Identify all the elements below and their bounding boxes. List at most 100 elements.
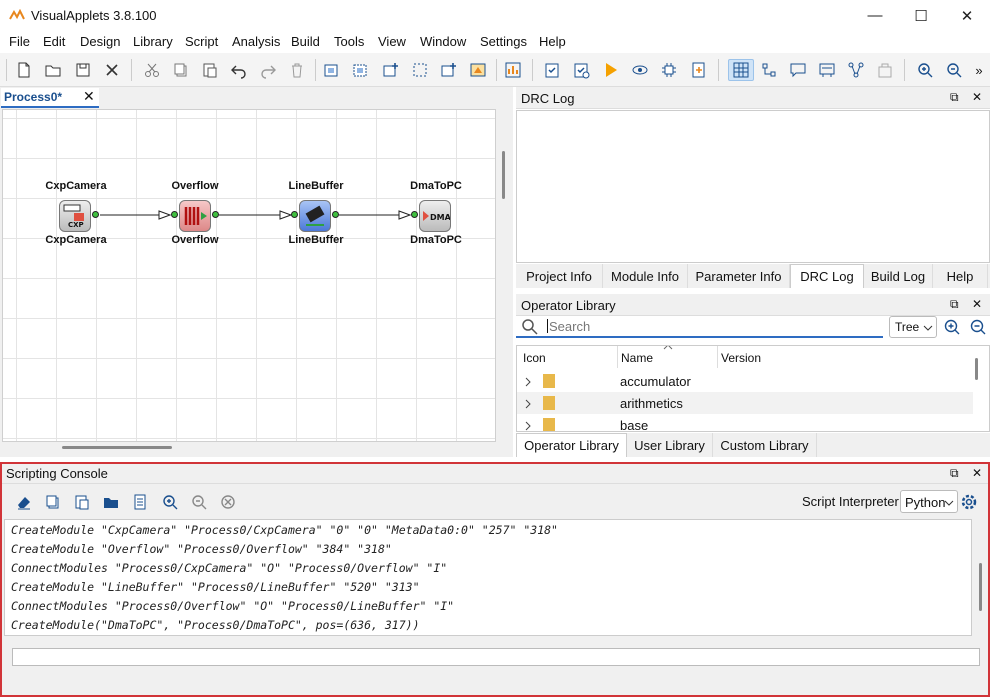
- zoom-reset-icon[interactable]: [217, 491, 239, 513]
- close-panel-icon[interactable]: ✕: [972, 90, 982, 104]
- tab-custom-library[interactable]: Custom Library: [713, 433, 817, 457]
- input-port[interactable]: [291, 211, 298, 218]
- chevron-right-icon[interactable]: [524, 421, 532, 431]
- hardware-target-icon[interactable]: [658, 59, 680, 81]
- open-folder-icon[interactable]: [42, 59, 64, 81]
- menu-library[interactable]: Library: [133, 34, 173, 49]
- menu-script[interactable]: Script: [185, 34, 218, 49]
- bus-icon[interactable]: [816, 59, 838, 81]
- scrollbar-thumb[interactable]: [502, 151, 505, 199]
- canvas-horizontal-scrollbar[interactable]: [2, 442, 496, 455]
- restore-panel-icon[interactable]: ⧉: [950, 466, 959, 481]
- chevron-right-icon[interactable]: [524, 399, 532, 409]
- restore-panel-icon[interactable]: ⧉: [950, 297, 959, 312]
- drc-check-icon[interactable]: [541, 59, 563, 81]
- disabled-tool-icon[interactable]: [874, 59, 896, 81]
- dma-icon[interactable]: DMA: [419, 200, 452, 232]
- script-file-icon[interactable]: [129, 491, 151, 513]
- open-script-icon[interactable]: [100, 491, 122, 513]
- zoom-in-icon[interactable]: [943, 318, 961, 336]
- zoom-out-icon[interactable]: [188, 491, 210, 513]
- tab-project-info[interactable]: Project Info: [516, 264, 603, 288]
- save-icon[interactable]: [72, 59, 94, 81]
- menu-view[interactable]: View: [378, 34, 406, 49]
- canvas-vertical-scrollbar[interactable]: [498, 109, 511, 442]
- linebuffer-icon[interactable]: [299, 200, 331, 232]
- build-icon[interactable]: [688, 59, 710, 81]
- tab-build-log[interactable]: Build Log: [864, 264, 933, 288]
- maximize-button[interactable]: ☐: [898, 0, 944, 31]
- minimize-button[interactable]: —: [852, 0, 898, 31]
- tab-process0[interactable]: Process0* ✕: [1, 88, 99, 108]
- output-port[interactable]: [212, 211, 219, 218]
- interpreter-select[interactable]: Python: [900, 490, 958, 513]
- eraser-icon[interactable]: [13, 491, 35, 513]
- gear-icon[interactable]: [960, 493, 978, 511]
- console-scrollbar[interactable]: [974, 519, 986, 636]
- column-header-version[interactable]: Version: [721, 351, 761, 365]
- column-header-name[interactable]: Name: [621, 351, 653, 365]
- design-canvas[interactable]: CxpCamera CXP CxpCamera Overflow Overflo…: [2, 109, 496, 442]
- restore-panel-icon[interactable]: ⧉: [950, 90, 959, 105]
- list-item[interactable]: base: [517, 414, 973, 431]
- new-file-icon[interactable]: [13, 59, 35, 81]
- menu-help[interactable]: Help: [539, 34, 566, 49]
- zoom-out-icon[interactable]: [943, 59, 965, 81]
- zoom-in-icon[interactable]: [159, 491, 181, 513]
- output-port[interactable]: [332, 211, 339, 218]
- chevron-right-icon[interactable]: [524, 377, 532, 387]
- layout-icon[interactable]: [758, 59, 780, 81]
- menu-analysis[interactable]: Analysis: [232, 34, 280, 49]
- redo-icon[interactable]: [257, 59, 279, 81]
- zoom-out-icon[interactable]: [969, 318, 987, 336]
- input-port[interactable]: [171, 211, 178, 218]
- add-box-icon[interactable]: [438, 59, 460, 81]
- menu-tools[interactable]: Tools: [334, 34, 364, 49]
- toolbar-overflow-icon[interactable]: »: [972, 59, 986, 81]
- resources-icon[interactable]: [502, 59, 524, 81]
- copy-icon[interactable]: [42, 491, 64, 513]
- menu-settings[interactable]: Settings: [480, 34, 527, 49]
- scrollbar-thumb[interactable]: [62, 446, 172, 449]
- network-icon[interactable]: [845, 59, 867, 81]
- start-simulation-icon[interactable]: [600, 59, 622, 81]
- drc2-check-icon[interactable]: [570, 59, 592, 81]
- cut-icon[interactable]: [141, 59, 163, 81]
- tab-parameter-info[interactable]: Parameter Info: [688, 264, 790, 288]
- scrollbar-thumb[interactable]: [979, 563, 982, 611]
- list-item[interactable]: arithmetics: [517, 392, 973, 414]
- console-input[interactable]: [12, 648, 980, 666]
- scrollbar-thumb[interactable]: [975, 358, 978, 380]
- library-search-input[interactable]: Search: [516, 316, 883, 338]
- paste-icon[interactable]: [71, 491, 93, 513]
- select-area-icon[interactable]: [409, 59, 431, 81]
- menu-edit[interactable]: Edit: [43, 34, 65, 49]
- zoom-in-icon[interactable]: [914, 59, 936, 81]
- copy-icon[interactable]: [170, 59, 192, 81]
- grid-icon[interactable]: [728, 59, 754, 81]
- close-window-button[interactable]: ✕: [944, 0, 990, 31]
- tab-operator-library[interactable]: Operator Library: [516, 433, 627, 457]
- console-output[interactable]: CreateModule "CxpCamera" "Process0/CxpCa…: [4, 519, 972, 636]
- column-header-icon[interactable]: Icon: [523, 351, 546, 365]
- view-mode-select[interactable]: Tree: [889, 316, 937, 338]
- menu-design[interactable]: Design: [80, 34, 120, 49]
- tab-user-library[interactable]: User Library: [627, 433, 713, 457]
- delete-icon[interactable]: [286, 59, 308, 81]
- list-item[interactable]: accumulator: [517, 370, 973, 392]
- add-module-icon[interactable]: [321, 59, 343, 81]
- menu-build[interactable]: Build: [291, 34, 320, 49]
- overflow-icon[interactable]: [179, 200, 211, 232]
- comment-icon[interactable]: [787, 59, 809, 81]
- tab-close-icon[interactable]: ✕: [83, 88, 95, 105]
- tab-drc-log[interactable]: DRC Log: [790, 264, 864, 288]
- tab-module-info[interactable]: Module Info: [603, 264, 688, 288]
- camera-cxp-icon[interactable]: CXP: [59, 200, 91, 232]
- close-design-icon[interactable]: [101, 59, 123, 81]
- probe-icon[interactable]: [629, 59, 651, 81]
- add-port-icon[interactable]: [380, 59, 402, 81]
- tab-help[interactable]: Help: [933, 264, 988, 288]
- close-panel-icon[interactable]: ✕: [972, 466, 982, 480]
- input-port[interactable]: [411, 211, 418, 218]
- add-image-icon[interactable]: [467, 59, 489, 81]
